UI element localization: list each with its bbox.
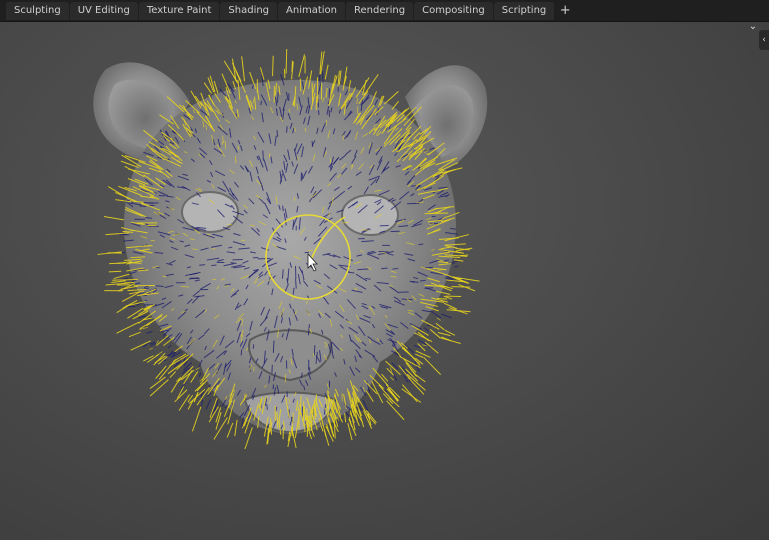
- tab-sculpting[interactable]: Sculpting: [6, 1, 69, 20]
- sidebar-toggle-icon[interactable]: ‹: [759, 30, 769, 50]
- workspace-tab-bar: Sculpting UV Editing Texture Paint Shadi…: [0, 0, 769, 22]
- add-workspace-button[interactable]: +: [557, 2, 573, 20]
- tab-texture-paint[interactable]: Texture Paint: [138, 1, 220, 20]
- left-eye: [181, 191, 239, 233]
- viewport-scene: [93, 48, 488, 450]
- tab-animation[interactable]: Animation: [278, 1, 346, 20]
- tab-compositing[interactable]: Compositing: [414, 1, 493, 20]
- 3d-viewport[interactable]: ⌄ ‹: [0, 22, 769, 540]
- chevron-down-icon[interactable]: ⌄: [747, 22, 759, 32]
- tab-uv-editing[interactable]: UV Editing: [69, 1, 138, 20]
- tab-scripting[interactable]: Scripting: [493, 1, 555, 20]
- lion-head-model[interactable]: [93, 48, 488, 450]
- tab-rendering[interactable]: Rendering: [346, 1, 414, 20]
- tab-shading[interactable]: Shading: [220, 1, 278, 20]
